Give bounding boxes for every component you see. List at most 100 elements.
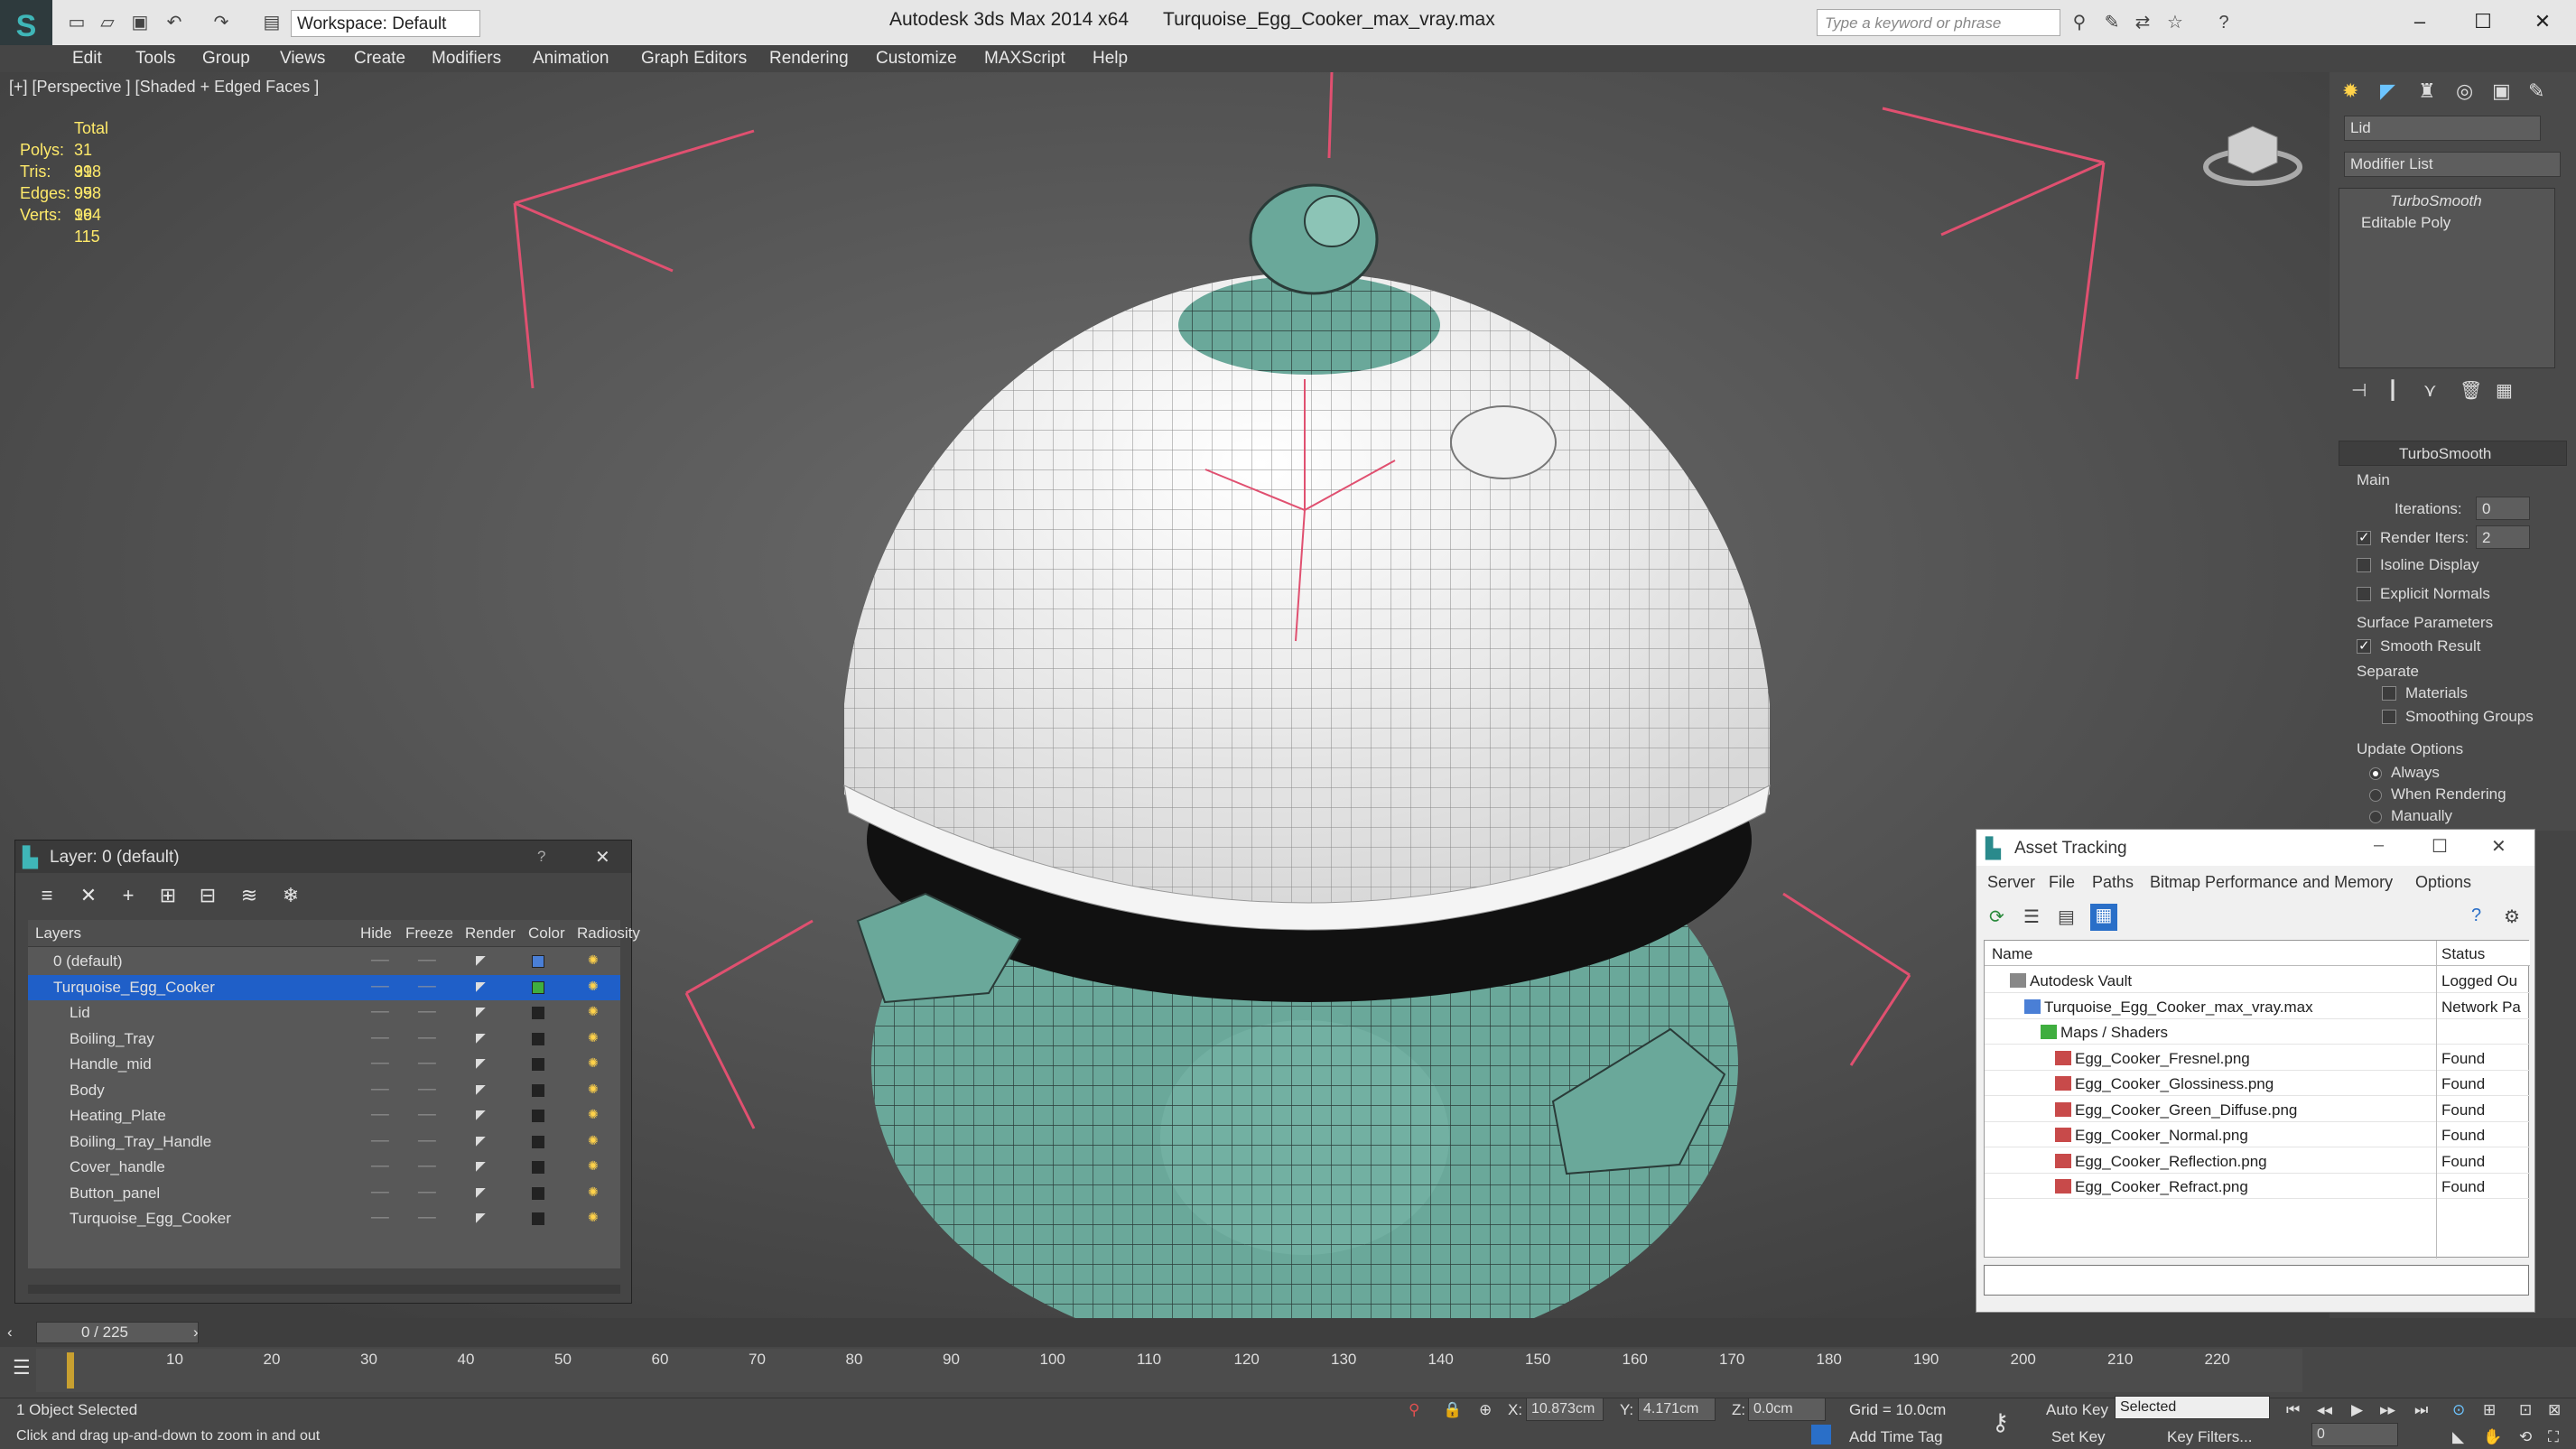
hide-all-icon[interactable]: ≋ <box>236 882 263 909</box>
hide-toggle[interactable]: ── <box>371 1055 389 1070</box>
render-iters-checkbox[interactable] <box>2357 529 2371 545</box>
undo-icon[interactable]: ↶ <box>163 11 186 34</box>
lock-icon[interactable]: 🔒 <box>1443 1401 1462 1419</box>
asset-name[interactable]: Egg_Cooker_Fresnel.png <box>2055 1050 2250 1068</box>
smoothing-groups-checkbox[interactable] <box>2382 710 2396 724</box>
viewport-label[interactable]: [+] [Perspective ] [Shaded + Edged Faces… <box>9 78 319 97</box>
hide-toggle[interactable]: ── <box>371 952 389 967</box>
radiosity-icon[interactable]: ✺ <box>588 1107 599 1122</box>
layer-color-swatch[interactable] <box>532 980 544 994</box>
explicit-normals-checkbox[interactable] <box>2357 587 2371 601</box>
search-input[interactable]: Type a keyword or phrase <box>1817 9 2060 36</box>
minimize-icon[interactable]: – <box>2402 5 2438 38</box>
prev-key-icon[interactable]: ◂◂ <box>2317 1401 2332 1419</box>
track-bar-icon[interactable]: ☰ <box>13 1356 31 1379</box>
layer-scrollbar[interactable] <box>28 1285 620 1294</box>
render-toggle-icon[interactable]: ◤ <box>476 1210 486 1225</box>
menu-graph-editors[interactable]: Graph Editors <box>641 49 747 69</box>
render-toggle-icon[interactable]: ◤ <box>476 1184 486 1200</box>
layer-row[interactable]: Boiling_Tray ── ── ◤ ✺ <box>28 1026 620 1052</box>
zoom-extents-all-icon[interactable]: ⊠ <box>2548 1401 2561 1419</box>
materials-checkbox[interactable] <box>2382 686 2396 701</box>
menu-maxscript[interactable]: MAXScript <box>984 49 1065 69</box>
redo-icon[interactable]: ↷ <box>209 11 233 34</box>
layer-help-button[interactable]: ? <box>537 848 545 866</box>
zoom-extents-icon[interactable]: ⊡ <box>2519 1401 2532 1419</box>
hide-toggle[interactable]: ── <box>371 1133 389 1147</box>
asset-name[interactable]: Egg_Cooker_Green_Diffuse.png <box>2055 1101 2297 1119</box>
hide-toggle[interactable]: ── <box>371 1184 389 1199</box>
render-toggle-icon[interactable]: ◤ <box>476 1004 486 1019</box>
turbosmooth-rollout[interactable]: TurboSmooth <box>2339 441 2567 466</box>
col-hide[interactable]: Hide <box>360 924 392 943</box>
layer-color-swatch[interactable] <box>532 1032 544 1045</box>
show-end-result-icon[interactable]: ┃ <box>2387 379 2398 402</box>
layer-name[interactable]: Lid <box>70 1004 90 1022</box>
layer-name[interactable]: Boiling_Tray_Handle <box>70 1133 211 1151</box>
menu-customize[interactable]: Customize <box>876 49 957 69</box>
freeze-toggle[interactable]: ── <box>418 979 436 993</box>
hierarchy-tab-icon[interactable]: ♜ <box>2418 79 2436 103</box>
radiosity-icon[interactable]: ✺ <box>588 952 599 968</box>
freeze-toggle[interactable]: ── <box>418 1184 436 1199</box>
add-to-layer-icon[interactable]: + <box>115 882 142 909</box>
time-tag-icon[interactable] <box>1811 1425 1831 1444</box>
asset-menu-options[interactable]: Options <box>2415 873 2471 892</box>
configure-sets-icon[interactable]: ▦ <box>2496 379 2513 402</box>
layer-row[interactable]: Turquoise_Egg_Cooker ── ── ◤ ✺ <box>28 974 620 1000</box>
radiosity-icon[interactable]: ✺ <box>588 979 599 994</box>
asset-name[interactable]: Autodesk Vault <box>2010 972 2132 990</box>
render-toggle-icon[interactable]: ◤ <box>476 1158 486 1174</box>
render-toggle-icon[interactable]: ◤ <box>476 1133 486 1148</box>
asset-settings-icon[interactable]: ⚙ <box>2504 906 2520 928</box>
delete-layer-icon[interactable]: ✕ <box>75 882 102 909</box>
hide-toggle[interactable]: ── <box>371 1107 389 1121</box>
asset-maximize-icon[interactable]: ☐ <box>2432 835 2448 858</box>
key-mode-select[interactable]: Selected <box>2115 1396 2270 1419</box>
freeze-toggle[interactable]: ── <box>418 1082 436 1096</box>
refresh-icon[interactable]: ⟳ <box>1989 906 2004 928</box>
list-view-icon[interactable]: ☰ <box>2023 906 2040 928</box>
layer-name[interactable]: Cover_handle <box>70 1158 165 1176</box>
hide-toggle[interactable]: ── <box>371 1082 389 1096</box>
asset-name[interactable]: Egg_Cooker_Glossiness.png <box>2055 1075 2274 1093</box>
col-color[interactable]: Color <box>528 924 565 943</box>
hide-toggle[interactable]: ── <box>371 1158 389 1173</box>
maximize-viewport-icon[interactable]: ⛶ <box>2548 1428 2559 1446</box>
tree-view-icon[interactable]: ▤ <box>2058 906 2075 928</box>
menu-group[interactable]: Group <box>202 49 250 69</box>
layer-row[interactable]: Heating_Plate ── ── ◤ ✺ <box>28 1103 620 1129</box>
menu-animation[interactable]: Animation <box>533 49 609 69</box>
layer-name[interactable]: 0 (default) <box>53 952 123 971</box>
layer-name[interactable]: Handle_mid <box>70 1055 152 1073</box>
goto-start-icon[interactable]: ⏮ <box>2286 1401 2300 1419</box>
asset-name[interactable]: Egg_Cooker_Reflection.png <box>2055 1153 2267 1171</box>
key-filters-button[interactable]: Key Filters... <box>2167 1428 2252 1446</box>
layer-color-swatch[interactable] <box>532 1212 544 1225</box>
layer-row[interactable]: Turquoise_Egg_Cooker ── ── ◤ ✺ <box>28 1206 620 1231</box>
layer-name[interactable]: Turquoise_Egg_Cooker <box>70 1210 231 1228</box>
asset-name[interactable]: Egg_Cooker_Refract.png <box>2055 1178 2248 1196</box>
freeze-toggle[interactable]: ── <box>418 1158 436 1173</box>
render-toggle-icon[interactable]: ◤ <box>476 952 486 968</box>
radiosity-icon[interactable]: ✺ <box>588 1133 599 1148</box>
layer-close-button[interactable]: ✕ <box>595 846 610 868</box>
save-icon[interactable]: ▣ <box>128 11 152 34</box>
display-tab-icon[interactable]: ▣ <box>2492 79 2511 103</box>
asset-row[interactable]: Turquoise_Egg_Cooker_max_vray.max Network… <box>1985 994 2530 1019</box>
layer-name[interactable]: Turquoise_Egg_Cooker <box>53 979 215 997</box>
col-freeze[interactable]: Freeze <box>405 924 453 943</box>
z-coord-field[interactable]: 0.0cm <box>1748 1398 1826 1421</box>
radiosity-icon[interactable]: ✺ <box>588 1184 599 1200</box>
freeze-toggle[interactable]: ── <box>418 1107 436 1121</box>
current-frame-marker[interactable] <box>67 1352 74 1389</box>
hide-toggle[interactable]: ── <box>371 1004 389 1018</box>
render-toggle-icon[interactable]: ◤ <box>476 979 486 994</box>
layer-row[interactable]: Cover_handle ── ── ◤ ✺ <box>28 1155 620 1180</box>
isolate-icon[interactable]: ⚲ <box>1409 1401 1419 1419</box>
menu-edit[interactable]: Edit <box>72 49 102 69</box>
layer-color-swatch[interactable] <box>532 1083 544 1097</box>
star-icon[interactable]: ☆ <box>2163 11 2187 34</box>
goto-end-icon[interactable]: ⏭ <box>2414 1401 2428 1419</box>
create-tab-icon[interactable]: ✹ <box>2342 79 2358 103</box>
